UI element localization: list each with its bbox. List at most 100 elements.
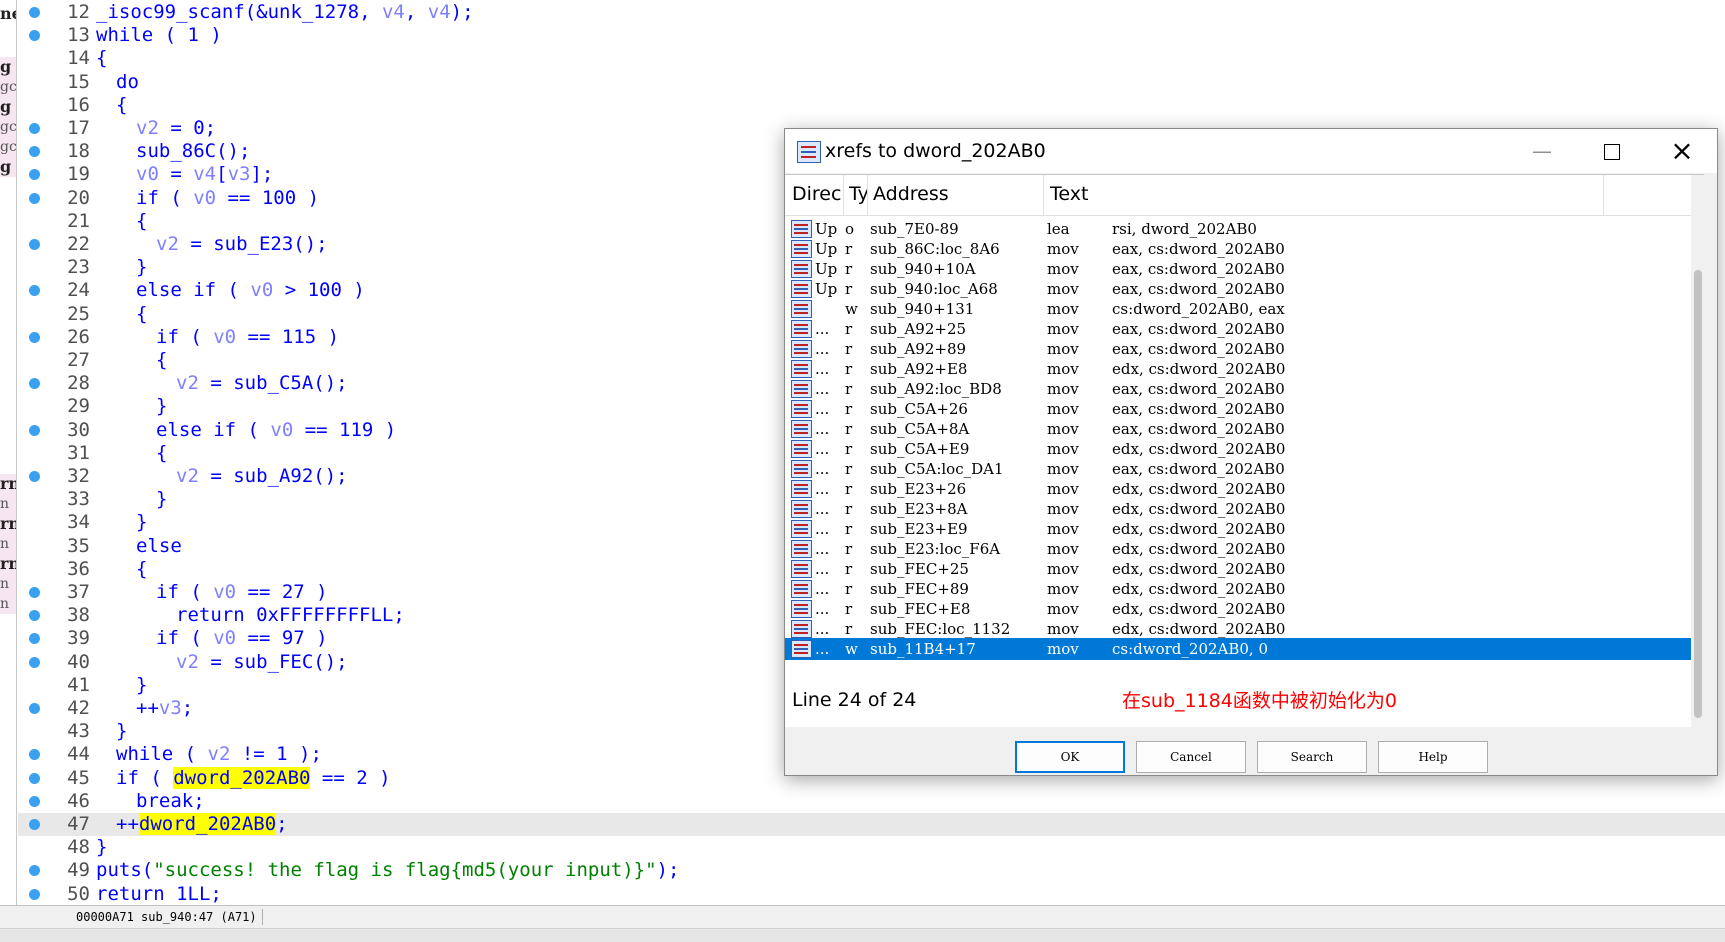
xref-icon (791, 480, 812, 498)
breakpoint-dot-icon[interactable] (29, 146, 40, 158)
xref-cell-type: r (845, 560, 853, 578)
breakpoint-dot-icon[interactable] (29, 703, 40, 714)
breakpoint-dot-icon[interactable] (29, 378, 40, 390)
breakpoint-dot-icon[interactable] (29, 587, 40, 598)
xref-row[interactable]: Up r sub_940:loc_A68 mov eax, cs:dword_202AB… (785, 278, 1691, 300)
xref-row[interactable]: ... r sub_A92+E8 mov edx, cs:dword_202AB0 (785, 358, 1691, 380)
code-text: { (136, 557, 148, 580)
breakpoint-dot-icon[interactable] (29, 192, 40, 204)
code-text: return 0xFFFFFFFFLL; (176, 604, 405, 627)
code-text: ++v3; (136, 697, 194, 719)
xref-row[interactable]: Up r sub_940+10A mov eax, cs:dword_202AB0 (785, 258, 1691, 280)
breakpoint-dot-icon[interactable] (29, 285, 40, 297)
maximize-button[interactable] (1577, 129, 1647, 173)
xref-row[interactable]: ... r sub_FEC+25 mov edx, cs:dword_202AB0 (785, 558, 1691, 580)
line-number: 28 (67, 372, 90, 395)
vertical-scrollbar[interactable] (1691, 175, 1704, 727)
xref-row[interactable]: ... r sub_A92:loc_BD8 mov eax, cs:dword_202A… (785, 378, 1691, 400)
xref-cell-address: sub_7E0-89 (870, 220, 959, 238)
column-separator[interactable] (843, 175, 844, 215)
breakpoint-dot-icon[interactable] (29, 795, 40, 807)
cancel-button[interactable]: Cancel (1136, 741, 1246, 773)
xref-row[interactable]: ... r sub_FEC+E8 mov edx, cs:dword_202AB0 (785, 598, 1691, 620)
column-separator[interactable] (1043, 175, 1044, 215)
code-line[interactable]: 16 { (18, 94, 1725, 117)
breakpoint-dot-icon[interactable] (29, 610, 40, 622)
code-line[interactable]: 49 puts("success! the flag is flag{md5(yo… (18, 859, 1725, 882)
code-line[interactable]: 12 _isoc99_scanf(&unk_1278, v4, v4); (18, 1, 1725, 24)
breakpoint-dot-icon[interactable] (29, 331, 40, 343)
left-pane-sliver: neggcggcgcgrnnrnnrnnn (0, 0, 17, 941)
code-line[interactable]: 46 break; (18, 790, 1725, 813)
xref-row[interactable]: ... r sub_E23:loc_F6A mov edx, cs:dword_202A… (785, 538, 1691, 560)
search-button[interactable]: Search (1257, 741, 1367, 773)
code-text: ++dword_202AB0; (116, 813, 288, 835)
breakpoint-dot-icon[interactable] (29, 656, 40, 668)
xref-cell-address: sub_FEC:loc_1132 (870, 620, 1011, 638)
column-header-text[interactable]: Text (1050, 183, 1250, 205)
xref-row[interactable]: ... r sub_C5A:loc_DA1 mov eax, cs:dword_202A… (785, 458, 1691, 480)
scrollbar-thumb[interactable] (1694, 270, 1702, 718)
ok-button[interactable]: OK (1015, 741, 1125, 773)
breakpoint-dot-icon[interactable] (29, 749, 40, 761)
sliver-fragment: n (0, 594, 16, 614)
table-body: Up o sub_7E0-89 lea rsi, dword_202AB0 Up r sub_… (785, 217, 1691, 727)
breakpoint-dot-icon[interactable] (29, 30, 40, 42)
column-header-type[interactable]: Ty (849, 183, 867, 205)
breakpoint-dot-icon[interactable] (29, 633, 40, 645)
help-button[interactable]: Help (1378, 741, 1488, 773)
sliver-fragment: gc (0, 117, 16, 137)
breakpoint-dot-icon[interactable] (29, 169, 40, 181)
breakpoint-dot-icon[interactable] (29, 865, 40, 877)
breakpoint-dot-icon[interactable] (29, 819, 40, 830)
column-separator[interactable] (867, 175, 868, 215)
xref-row[interactable]: w sub_940+131 mov cs:dword_202AB0, eax (785, 298, 1691, 320)
code-text: { (156, 441, 168, 464)
xref-row[interactable]: ... r sub_E23+8A mov edx, cs:dword_202AB0 (785, 498, 1691, 520)
breakpoint-dot-icon[interactable] (29, 123, 40, 134)
code-line[interactable]: 14 { (18, 47, 1725, 70)
code-line[interactable]: 47 ++dword_202AB0; (18, 813, 1725, 836)
xref-cell-operands: eax, cs:dword_202AB0 (1112, 380, 1285, 398)
code-line[interactable]: 50 return 1LL; (18, 883, 1725, 906)
code-text: return 1LL; (96, 882, 222, 905)
xref-row[interactable]: ... w sub_11B4+17 mov cs:dword_202AB0, 0 (785, 638, 1691, 660)
xref-row[interactable]: ... r sub_FEC:loc_1132 mov edx, cs:dword_202… (785, 618, 1691, 640)
xref-cell-dir: ... (815, 380, 830, 398)
breakpoint-dot-icon[interactable] (29, 471, 40, 482)
xref-row[interactable]: ... r sub_A92+25 mov eax, cs:dword_202AB0 (785, 318, 1691, 340)
code-text: } (136, 673, 148, 696)
xref-row[interactable]: ... r sub_C5A+E9 mov edx, cs:dword_202AB0 (785, 438, 1691, 460)
code-line[interactable]: 15 do (18, 71, 1725, 94)
sliver-fragment: g (0, 157, 16, 177)
breakpoint-dot-icon[interactable] (29, 888, 40, 900)
xref-row[interactable]: Up o sub_7E0-89 lea rsi, dword_202AB0 (785, 218, 1691, 240)
line-number: 26 (67, 325, 90, 348)
code-line[interactable]: 13 while ( 1 ) (18, 24, 1725, 47)
minimize-button[interactable]: — (1507, 129, 1577, 173)
xref-row[interactable]: ... r sub_A92+89 mov eax, cs:dword_202AB0 (785, 338, 1691, 360)
breakpoint-dot-icon[interactable] (29, 7, 40, 18)
xref-row[interactable]: ... r sub_E23+E9 mov edx, cs:dword_202AB0 (785, 518, 1691, 540)
xref-row[interactable]: ... r sub_E23+26 mov edx, cs:dword_202AB0 (785, 478, 1691, 500)
xref-cell-dir: ... (815, 440, 830, 458)
xref-row[interactable]: ... r sub_FEC+89 mov edx, cs:dword_202AB0 (785, 578, 1691, 600)
column-header-address[interactable]: Address (873, 183, 1033, 205)
column-header-direction[interactable]: Direct (792, 183, 842, 205)
column-separator[interactable] (1603, 175, 1604, 215)
breakpoint-dot-icon[interactable] (29, 772, 40, 784)
close-button[interactable]: × (1647, 129, 1717, 173)
xref-row[interactable]: ... r sub_C5A+26 mov eax, cs:dword_202AB0 (785, 398, 1691, 420)
xref-row[interactable]: ... r sub_C5A+8A mov eax, cs:dword_202AB0 (785, 418, 1691, 440)
dialog-titlebar[interactable]: xrefs to dword_202AB0 — × (785, 129, 1717, 173)
code-text: if ( dword_202AB0 == 2 ) (116, 766, 391, 789)
sliver-fragment: rn (0, 554, 16, 574)
xref-row[interactable]: Up r sub_86C:loc_8A6 mov eax, cs:dword_202AB… (785, 238, 1691, 260)
code-line[interactable]: 48} (18, 836, 1725, 859)
xref-cell-dir: ... (815, 340, 830, 358)
xref-icon (791, 420, 812, 438)
xref-cell-dir: ... (815, 500, 830, 518)
breakpoint-dot-icon[interactable] (29, 424, 40, 436)
breakpoint-dot-icon[interactable] (29, 239, 40, 250)
code-text: { (136, 209, 148, 232)
